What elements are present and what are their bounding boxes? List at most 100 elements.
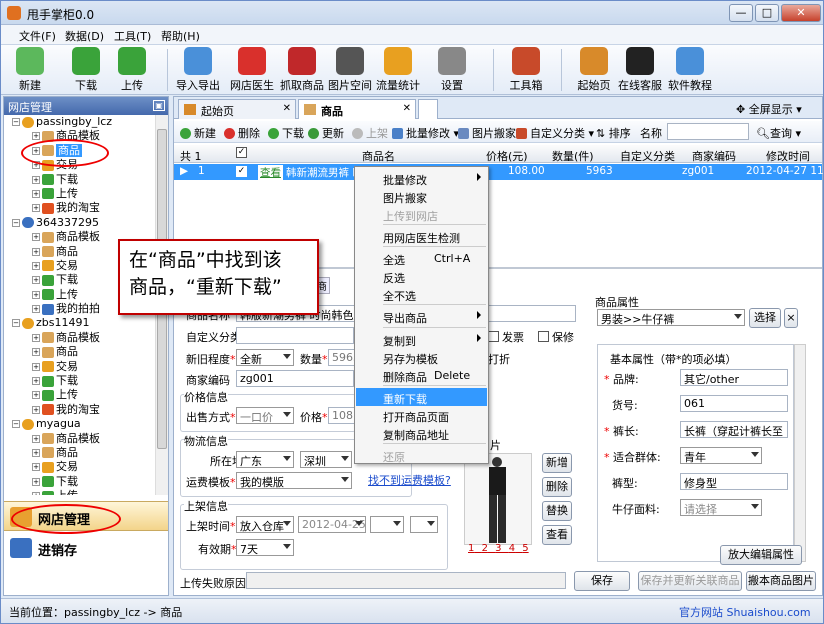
- toolbar-bar-chart-button[interactable]: 流量统计: [373, 47, 423, 93]
- toolbar-import-export-button[interactable]: 导入导出: [173, 47, 223, 93]
- context-menu-item[interactable]: 删除商品 Delete: [356, 366, 487, 384]
- menu-help[interactable]: 帮助(H): [161, 28, 200, 44]
- clear-category-button[interactable]: ×: [784, 308, 798, 328]
- save-update-button[interactable]: 保存并更新关联商品: [638, 571, 742, 591]
- page-2-link[interactable]: 2: [482, 543, 488, 554]
- tree-shop-node[interactable]: − 364337295: [4, 216, 156, 230]
- validity-select[interactable]: 7天: [236, 539, 294, 556]
- expand-toggle-icon[interactable]: +: [32, 434, 40, 443]
- expand-toggle-icon[interactable]: +: [32, 189, 40, 198]
- page-1-link[interactable]: 1: [468, 543, 474, 554]
- attr-value-field[interactable]: 061: [680, 395, 788, 412]
- table-row[interactable]: ▶ 1 ✓ 查看 韩新潮流男裤 时 108.00 5963 zg001 2012…: [174, 164, 824, 180]
- save-button[interactable]: 保存: [574, 571, 630, 591]
- tree-item[interactable]: + 商品模板: [4, 432, 156, 446]
- expand-toggle-icon[interactable]: +: [32, 261, 40, 270]
- expand-toggle-icon[interactable]: +: [32, 492, 40, 495]
- context-menu-item[interactable]: 反选: [356, 267, 487, 285]
- attr-value-field[interactable]: 修身型: [680, 473, 788, 490]
- move-images-button[interactable]: 搬本商品图片: [746, 571, 816, 591]
- select-all-checkbox[interactable]: ✓: [236, 147, 247, 158]
- minute-select[interactable]: [410, 516, 438, 533]
- page-5-link[interactable]: 5: [522, 543, 528, 554]
- category-select[interactable]: 男装>>牛仔裤: [597, 309, 745, 326]
- context-menu-item[interactable]: 图片搬家: [356, 187, 487, 205]
- custom-category-input[interactable]: [236, 327, 354, 344]
- context-menu-item[interactable]: 另存为模板: [356, 348, 487, 366]
- page-4-link[interactable]: 4: [509, 543, 515, 554]
- context-menu-item[interactable]: 批量修改: [356, 169, 487, 187]
- context-menu-item[interactable]: 还原: [356, 446, 487, 464]
- attr-value-field[interactable]: 其它/other: [680, 369, 788, 386]
- expand-attributes-button[interactable]: 放大编辑属性: [720, 545, 802, 565]
- tree-item[interactable]: + 商品: [4, 446, 156, 460]
- tree-item[interactable]: + 下载: [4, 173, 156, 187]
- new-product-button[interactable]: 新建: [180, 125, 216, 141]
- freight-help-link[interactable]: 找不到运费模板?: [368, 472, 451, 488]
- merchant-code-input[interactable]: zg001: [236, 370, 354, 387]
- tree-item[interactable]: + 我的淘宝: [4, 201, 156, 215]
- listing-date-select[interactable]: 2012-04-25: [298, 516, 366, 533]
- custom-category-button[interactable]: 自定义分类 ▾: [516, 125, 594, 141]
- menu-file[interactable]: 文件(F): [19, 28, 56, 44]
- sort-button[interactable]: ⇅ 排序: [596, 125, 631, 141]
- close-tab-icon[interactable]: ✕: [403, 103, 411, 114]
- qty-input[interactable]: 5963: [328, 349, 356, 366]
- toolbar-penguin-button[interactable]: 在线客服: [615, 47, 665, 93]
- expand-toggle-icon[interactable]: +: [32, 477, 40, 486]
- tree-shop-node[interactable]: − passingby_lcz: [4, 115, 156, 129]
- expand-toggle-icon[interactable]: +: [32, 290, 40, 299]
- minimize-button[interactable]: —: [729, 4, 753, 22]
- replace-image-button[interactable]: 替换: [542, 501, 572, 521]
- expand-toggle-icon[interactable]: −: [12, 319, 20, 328]
- context-menu-item[interactable]: 上传到网店: [356, 205, 487, 223]
- expand-toggle-icon[interactable]: −: [12, 218, 20, 227]
- tree-item[interactable]: + 下载: [4, 475, 156, 489]
- toolbar-help-button[interactable]: 软件教程: [665, 47, 715, 93]
- expand-toggle-icon[interactable]: +: [32, 132, 40, 141]
- expand-toggle-icon[interactable]: +: [32, 362, 40, 371]
- tab-products[interactable]: 商品 ✕: [298, 99, 416, 119]
- add-image-button[interactable]: 新增: [542, 453, 572, 473]
- toolbar-image-button[interactable]: 图片空间: [325, 47, 375, 93]
- tree-shop-node[interactable]: − zbs11491: [4, 316, 156, 330]
- view-image-button[interactable]: 查看: [542, 525, 572, 545]
- full-screen-button[interactable]: ✥ 全屏显示 ▾: [736, 101, 802, 117]
- tree-shop-node[interactable]: − myagua: [4, 417, 156, 431]
- invoice-checkbox[interactable]: 发票: [488, 329, 524, 345]
- expand-toggle-icon[interactable]: +: [32, 247, 40, 256]
- tree-item[interactable]: + 下载: [4, 374, 156, 388]
- context-menu-item[interactable]: 打开商品页面: [356, 406, 487, 424]
- toolbar-home-button[interactable]: 起始页: [569, 47, 619, 93]
- list-product-button[interactable]: 上架: [352, 125, 388, 141]
- image-move-button[interactable]: 图片搬家: [458, 125, 516, 141]
- tree-item[interactable]: + 交易: [4, 460, 156, 474]
- toolbar-medical-cross-button[interactable]: 网店医生: [227, 47, 277, 93]
- expand-toggle-icon[interactable]: +: [32, 333, 40, 342]
- expand-toggle-icon[interactable]: +: [32, 233, 40, 242]
- attr-value-field[interactable]: 请选择: [680, 499, 762, 516]
- pin-icon[interactable]: ▣: [153, 100, 165, 111]
- tab-start-page[interactable]: 起始页 ✕: [178, 99, 296, 119]
- warranty-checkbox[interactable]: 保修: [538, 329, 574, 345]
- close-tab-icon[interactable]: ✕: [283, 103, 291, 114]
- context-menu-item[interactable]: 全不选: [356, 285, 487, 303]
- province-select[interactable]: 广东: [236, 451, 294, 468]
- toolbar-download-button[interactable]: 下载: [61, 47, 111, 93]
- name-search-input[interactable]: [667, 123, 749, 140]
- expand-toggle-icon[interactable]: −: [12, 420, 20, 429]
- expand-toggle-icon[interactable]: +: [32, 348, 40, 357]
- expand-toggle-icon[interactable]: +: [32, 204, 40, 213]
- expand-toggle-icon[interactable]: +: [32, 276, 40, 285]
- expand-toggle-icon[interactable]: +: [32, 175, 40, 184]
- batch-edit-button[interactable]: 批量修改 ▾: [392, 125, 459, 141]
- menu-tools[interactable]: 工具(T): [114, 28, 151, 44]
- download-product-button[interactable]: 下载: [268, 125, 304, 141]
- maximize-button[interactable]: □: [755, 4, 779, 22]
- context-menu-item[interactable]: 用网店医生检测: [356, 227, 487, 245]
- expand-toggle-icon[interactable]: +: [32, 305, 40, 314]
- tree-item[interactable]: + 上传: [4, 489, 156, 495]
- view-link[interactable]: 查看: [258, 165, 283, 180]
- toolbar-upload-button[interactable]: 上传: [107, 47, 157, 93]
- price-input[interactable]: 108: [328, 407, 356, 424]
